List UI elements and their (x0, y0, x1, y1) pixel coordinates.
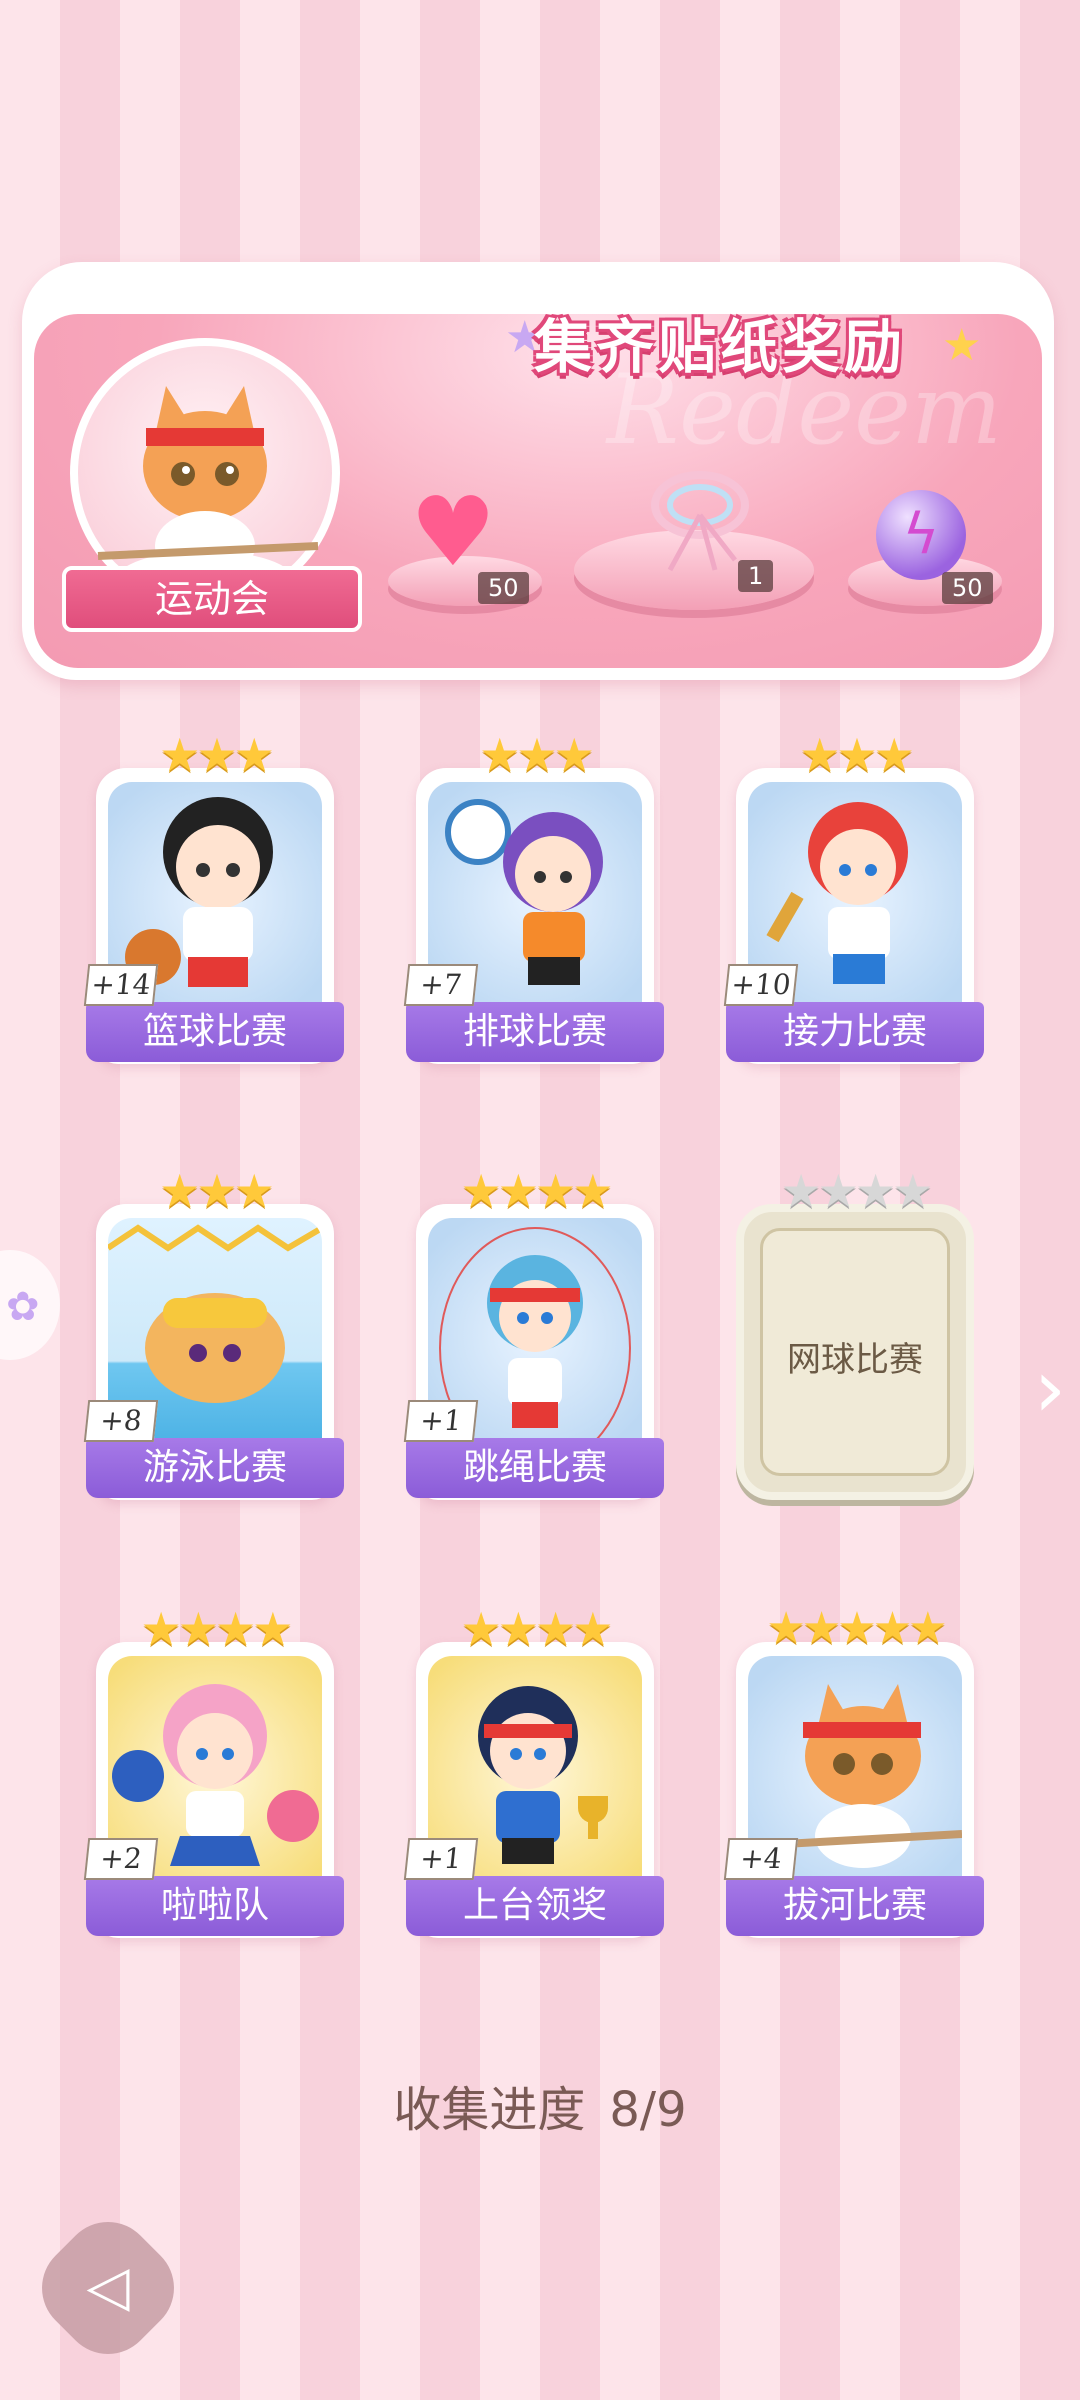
card-label: 啦啦队 (86, 1876, 344, 1936)
purple-lightning-orb-icon: ϟ (876, 490, 966, 580)
sticker-card-basketball[interactable]: ★★★ 篮球比赛 +14 (83, 724, 344, 1064)
sticker-card-cheerleading[interactable]: ★★★★ 啦啦队 +2 (83, 1598, 344, 1938)
card-count-badge: +4 (723, 1838, 799, 1880)
card-count-badge: +8 (83, 1400, 159, 1442)
card-count-badge: +1 (403, 1400, 479, 1442)
yellow-star-icon: ★ (942, 320, 982, 371)
card-count-badge: +2 (83, 1838, 159, 1880)
reward-qty-1: 50 (478, 572, 529, 604)
event-name-ribbon: 运动会 (62, 566, 362, 632)
sticker-card-tennis-locked[interactable]: 网球比赛 ★★★★ (730, 1160, 980, 1500)
ribbon-bow-icon (651, 471, 749, 572)
card-count-badge: +14 (83, 964, 159, 1006)
locked-card-frame: 网球比赛 (736, 1204, 974, 1500)
card-label: 跳绳比赛 (406, 1438, 664, 1498)
sticker-card-tug-of-war[interactable]: ★★★★★ 拔河比赛 +4 (723, 1598, 984, 1938)
sticker-card-award-ceremony[interactable]: ★★★★ 上台领奖 +1 (403, 1598, 664, 1938)
sticker-card-jump-rope[interactable]: ★★★★ 跳绳比赛 +1 (403, 1160, 664, 1500)
star-rating: ★★★ (159, 728, 275, 782)
star-rating: ★★★ (159, 1164, 275, 1218)
sticker-card-volleyball[interactable]: ★★★ 排球比赛 +7 (403, 724, 664, 1064)
chevron-right-icon[interactable]: › (1034, 1342, 1066, 1435)
reward-qty-3: 50 (942, 572, 993, 604)
pink-heart-gem-icon: ♥ (410, 476, 497, 588)
card-count-badge: +7 (403, 964, 479, 1006)
reward-qty-2: 1 (738, 560, 774, 592)
star-rating: ★★★ (479, 728, 595, 782)
star-rating: ★★★★★ (766, 1603, 947, 1654)
sticker-card-relay[interactable]: ★★★ 接力比赛 +10 (723, 724, 984, 1064)
back-arrow-icon[interactable]: ◁ (68, 2252, 148, 2322)
card-label: 篮球比赛 (86, 1002, 344, 1062)
card-count-badge: +1 (403, 1838, 479, 1880)
card-label: 接力比赛 (726, 1002, 984, 1062)
star-rating: ★★★★ (460, 1602, 614, 1656)
sticker-card-swimming[interactable]: ★★★ 游泳比赛 +8 (83, 1160, 344, 1500)
progress-value: 8/9 (609, 2082, 687, 2138)
star-rating: ★★★ (799, 728, 915, 782)
star-rating: ★★★★ (140, 1602, 294, 1656)
progress-label: 收集进度 (393, 2082, 586, 2138)
collection-progress: 收集进度 8/9 (0, 2070, 1080, 2140)
petal-icon: ✿ (6, 1284, 40, 1330)
star-rating: ★★★★ (460, 1164, 614, 1218)
banner-title-wrap: 集齐贴纸奖励 (510, 300, 930, 390)
side-tab-bubble[interactable]: ✿ (0, 1250, 60, 1360)
cat-tug-of-war-icon (97, 386, 319, 611)
star-rating-empty: ★★★★ (780, 1164, 934, 1218)
card-label: 拔河比赛 (726, 1876, 984, 1936)
banner-title: 集齐贴纸奖励 (533, 313, 906, 381)
card-label: 上台领奖 (406, 1876, 664, 1936)
card-count-badge: +10 (723, 964, 799, 1006)
card-label: 游泳比赛 (86, 1438, 344, 1498)
locked-card-label: 网球比赛 (787, 1340, 923, 1380)
card-label: 排球比赛 (406, 1002, 664, 1062)
